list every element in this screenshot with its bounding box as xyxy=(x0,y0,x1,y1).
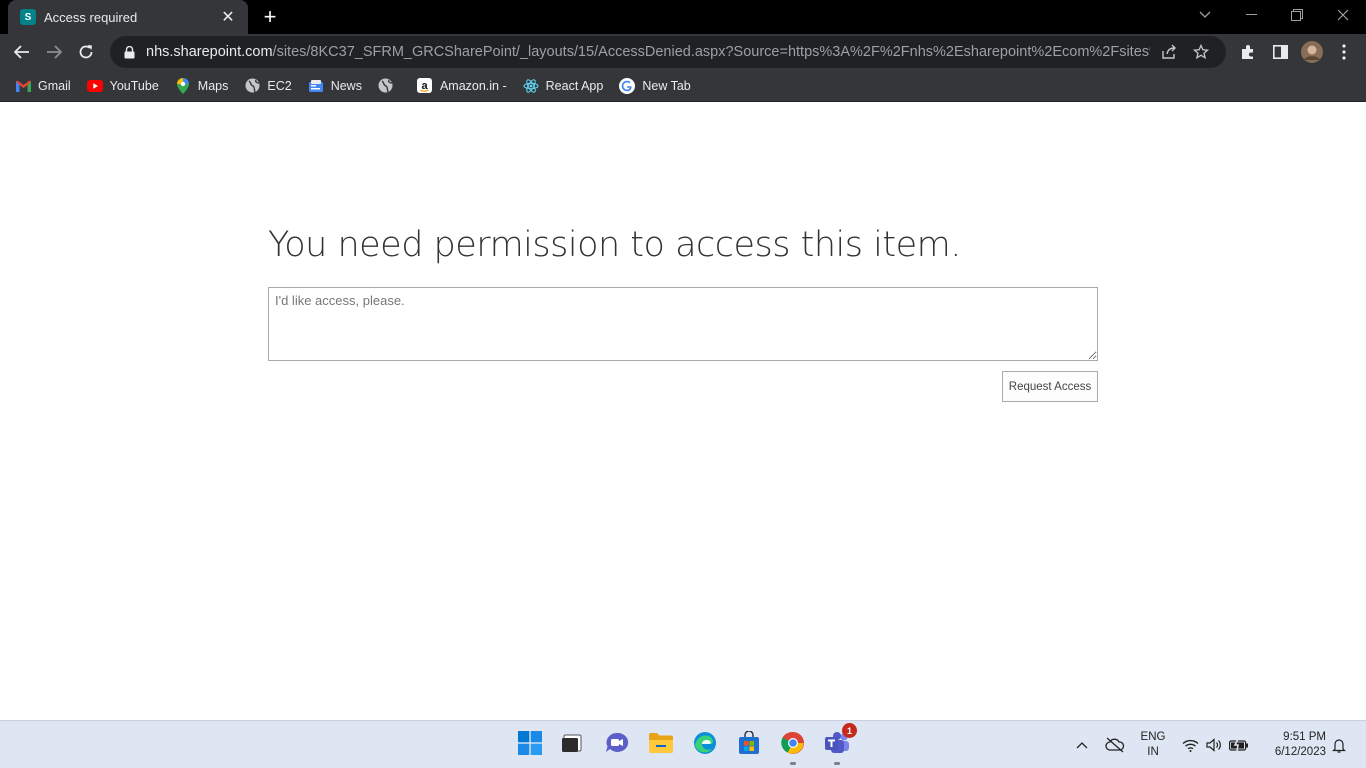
bookmark-label: New Tab xyxy=(642,78,691,93)
browser-toolbar: nhs.sharepoint.com/sites/8KC37_SFRM_GRCS… xyxy=(0,34,1366,70)
page-title: You need permission to access this item. xyxy=(268,225,961,265)
region-code: IN xyxy=(1147,746,1159,758)
chrome-taskbar-button[interactable] xyxy=(777,729,809,765)
bookmark-label: Gmail xyxy=(38,78,71,93)
chrome-menu-kebab-icon[interactable] xyxy=(1330,38,1358,66)
file-explorer-button[interactable] xyxy=(645,729,677,761)
maps-icon xyxy=(175,77,191,94)
bookmark-label: EC2 xyxy=(267,78,292,93)
lock-icon[interactable] xyxy=(122,45,136,59)
running-indicator xyxy=(790,762,796,765)
profile-avatar[interactable] xyxy=(1298,38,1326,66)
teams-taskbar-button[interactable]: 1 xyxy=(821,723,857,765)
bookmark-star-icon[interactable] xyxy=(1188,39,1214,65)
input-language-indicator[interactable]: ENG IN xyxy=(1138,730,1168,760)
folder-icon xyxy=(648,732,674,759)
restore-window-button[interactable] xyxy=(1274,0,1320,30)
globe-icon xyxy=(244,78,260,94)
task-view-icon xyxy=(561,733,583,758)
running-indicator xyxy=(834,762,840,765)
bookmark-youtube[interactable]: YouTube xyxy=(80,72,166,100)
bookmark-label: Amazon.in - xyxy=(439,78,507,93)
system-clock[interactable]: 9:51 PM 6/12/2023 xyxy=(1256,730,1326,760)
bookmark-react-app[interactable]: React App xyxy=(516,72,611,100)
url-text[interactable]: nhs.sharepoint.com/sites/8KC37_SFRM_GRCS… xyxy=(146,44,1150,60)
notification-center-icon[interactable] xyxy=(1328,731,1350,759)
news-icon xyxy=(308,78,324,94)
access-request-message-input[interactable] xyxy=(268,287,1098,361)
url-path: /sites/8KC37_SFRM_GRCSharePoint/_layouts… xyxy=(272,44,1150,60)
teams-chat-icon xyxy=(605,732,629,759)
amazon-icon: a xyxy=(417,78,433,94)
side-panel-icon[interactable] xyxy=(1266,38,1294,66)
task-view-button[interactable] xyxy=(556,729,588,761)
bookmark-label: YouTube xyxy=(109,78,159,93)
windows-logo-icon xyxy=(518,730,542,760)
battery-charging-icon[interactable] xyxy=(1228,731,1250,759)
chrome-icon xyxy=(781,731,805,760)
tab-search-chevron-down-icon[interactable] xyxy=(1182,0,1228,30)
tab-access-required[interactable]: S Access required ✕ xyxy=(8,0,248,34)
edge-button[interactable] xyxy=(689,729,721,761)
show-hidden-icons-chevron-up-icon[interactable] xyxy=(1072,731,1092,759)
clock-time: 9:51 PM xyxy=(1283,731,1326,743)
bookmark-amazon[interactable]: a Amazon.in - xyxy=(410,72,514,100)
language-code: ENG xyxy=(1140,731,1166,743)
store-bag-icon xyxy=(737,729,761,760)
wifi-icon[interactable] xyxy=(1180,731,1200,759)
google-icon xyxy=(619,77,636,94)
bookmark-maps[interactable]: Maps xyxy=(168,72,236,100)
start-button[interactable] xyxy=(514,729,546,761)
bookmark-gmail[interactable]: Gmail xyxy=(8,72,78,100)
bookmark-label: News xyxy=(330,78,362,93)
windows-taskbar: 1 ENG IN 9:51 PM 6/12/2023 xyxy=(0,720,1366,768)
extensions-puzzle-icon[interactable] xyxy=(1234,38,1262,66)
bookmark-label: Maps xyxy=(197,78,229,93)
forward-button[interactable] xyxy=(40,38,68,66)
bookmark-news[interactable]: News xyxy=(301,72,369,100)
react-icon xyxy=(523,78,539,94)
browser-tab-strip: S Access required ✕ + xyxy=(0,0,1366,34)
access-denied-page: You need permission to access this item.… xyxy=(0,103,1366,720)
youtube-icon xyxy=(86,78,103,94)
microsoft-store-button[interactable] xyxy=(733,729,765,761)
bookmark-label: React App xyxy=(545,78,604,93)
new-tab-button[interactable]: + xyxy=(258,4,282,30)
minimize-window-button[interactable] xyxy=(1228,0,1274,30)
notification-badge: 1 xyxy=(842,723,857,738)
globe-icon xyxy=(378,78,394,94)
onedrive-offline-icon[interactable] xyxy=(1104,731,1126,759)
request-access-button[interactable]: Request Access xyxy=(1002,371,1098,402)
bookmark-ec2[interactable]: EC2 xyxy=(237,72,298,100)
url-host: nhs.sharepoint.com xyxy=(146,44,273,60)
sharepoint-favicon-icon: S xyxy=(20,9,36,25)
share-icon[interactable] xyxy=(1156,39,1182,65)
address-bar[interactable]: nhs.sharepoint.com/sites/8KC37_SFRM_GRCS… xyxy=(110,36,1226,68)
close-tab-icon[interactable]: ✕ xyxy=(218,7,238,27)
tab-title: Access required xyxy=(44,9,138,25)
gmail-icon xyxy=(15,78,31,94)
close-window-button[interactable] xyxy=(1320,0,1366,30)
bookmarks-bar: Gmail YouTube Maps EC2 News a Amazon.in … xyxy=(0,70,1366,102)
bookmark-new-tab[interactable]: New Tab xyxy=(612,72,697,100)
bookmark-untitled[interactable] xyxy=(371,72,408,100)
chat-button[interactable] xyxy=(601,729,633,761)
volume-icon[interactable] xyxy=(1204,731,1224,759)
edge-browser-icon xyxy=(693,731,717,760)
reload-button[interactable] xyxy=(72,38,100,66)
clock-date: 6/12/2023 xyxy=(1274,746,1326,758)
back-button[interactable] xyxy=(8,38,36,66)
